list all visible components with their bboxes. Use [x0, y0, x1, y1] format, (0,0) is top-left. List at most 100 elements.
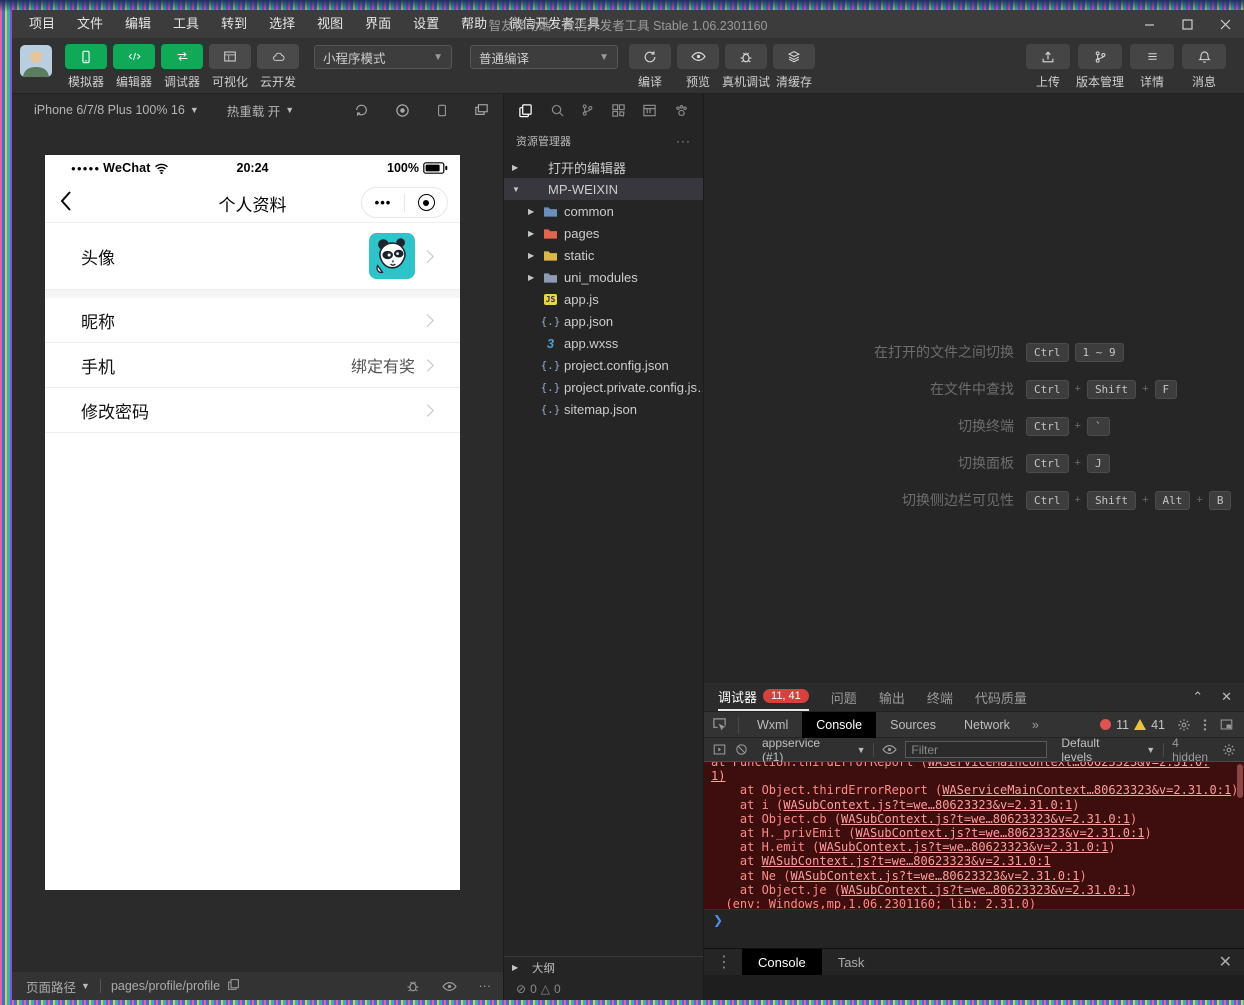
close-panel-icon[interactable]: ✕ [1221, 689, 1232, 705]
minimize-button[interactable] [1130, 10, 1168, 38]
menu-item[interactable]: 项目 [18, 10, 66, 38]
action-button[interactable]: 清缓存 [770, 44, 818, 90]
menu-item[interactable]: 文件 [66, 10, 114, 38]
maximize-button[interactable] [1168, 10, 1206, 38]
mode-button[interactable]: 云开发 [254, 44, 302, 90]
record-icon[interactable] [395, 103, 410, 118]
tab-overflow-icon[interactable]: » [1032, 718, 1039, 732]
devtools-menu-icon[interactable] [1203, 718, 1207, 732]
list-item[interactable]: 修改密码 [45, 388, 460, 433]
activity-icon[interactable] [518, 103, 533, 118]
devtools-tab[interactable]: Network [950, 712, 1024, 738]
scrollbar-thumb[interactable] [1237, 764, 1243, 798]
debugger-tab[interactable]: 调试器 11, 41 [718, 683, 809, 711]
bottom-tab[interactable]: Task [822, 949, 881, 976]
preview-icon[interactable] [442, 981, 457, 992]
tree-item[interactable]: ▶ common [504, 200, 703, 222]
menu-item[interactable]: 转到 [210, 10, 258, 38]
float-window-icon[interactable] [474, 103, 489, 118]
tree-item[interactable]: {.} sitemap.json [504, 398, 703, 420]
devtools-tab[interactable]: Wxml [743, 712, 802, 738]
debug-icon[interactable] [406, 979, 420, 993]
tree-item[interactable]: ▶ uni_modules [504, 266, 703, 288]
collapse-panel-icon[interactable]: ⌃ [1192, 689, 1203, 705]
drag-handle-icon[interactable]: ⋮ [716, 952, 732, 972]
path-mode-select[interactable]: 页面路径▼ [26, 977, 90, 996]
source-link[interactable]: WASubContext.js?t=we…80623323&v=2.31.0:1 [856, 826, 1145, 840]
explorer-more-icon[interactable]: ··· [676, 134, 691, 148]
mode-select[interactable]: 小程序模式▼ [314, 45, 452, 69]
device-frame-icon[interactable] [436, 103, 448, 118]
mode-button[interactable]: 模拟器 [62, 44, 110, 90]
activity-icon[interactable] [642, 103, 657, 118]
menu-item[interactable]: 设置 [402, 10, 450, 38]
source-link[interactable]: WASubContext.js?t=we…80623323&v=2.31.0:1 [819, 840, 1108, 854]
source-link[interactable]: WASubContext.js?t=we…80623323&v=2.31.0:1 [783, 798, 1072, 812]
source-link[interactable]: WASubContext.js?t=we…80623323&v=2.31.0:1 [790, 869, 1079, 883]
filter-input[interactable] [905, 741, 1047, 758]
mode-button[interactable]: 编辑器 [110, 44, 158, 90]
tree-item[interactable]: {.} project.config.json [504, 354, 703, 376]
source-link[interactable]: WAServiceMainContext…80623323&v=2.31.0: [928, 762, 1210, 769]
mode-button[interactable]: 调试器 [158, 44, 206, 90]
debugger-tab[interactable]: 代码质量 [975, 683, 1027, 711]
activity-icon[interactable] [581, 103, 594, 117]
user-avatar[interactable] [20, 45, 52, 77]
list-item[interactable]: 头像 [45, 223, 460, 290]
menu-item[interactable]: 工具 [162, 10, 210, 38]
minimize-capsule-button[interactable] [405, 194, 447, 211]
bottom-tab[interactable]: Console [742, 949, 822, 976]
debugger-tab[interactable]: 终端 [927, 683, 953, 711]
inspect-element-icon[interactable] [704, 717, 734, 732]
outline-section[interactable]: ▶大纲 [504, 956, 703, 978]
source-link[interactable]: WAServiceMainContext…80623323&v=2.31.0:1 [942, 783, 1231, 797]
panel-sidebar-icon[interactable] [712, 743, 727, 756]
eye-icon[interactable] [882, 744, 897, 755]
source-link[interactable]: WASubContext.js?t=we…80623323&v=2.31.0:1 [762, 854, 1051, 868]
log-levels-select[interactable]: Default levels▼ [1061, 736, 1155, 764]
back-button[interactable] [59, 190, 72, 212]
console-prompt[interactable]: ❯ [704, 910, 1244, 930]
tree-item[interactable]: ▼ MP-WEIXIN [504, 178, 703, 200]
tree-item[interactable]: ▶ static [504, 244, 703, 266]
activity-icon[interactable] [674, 103, 689, 117]
close-button[interactable] [1206, 10, 1244, 38]
right-action-button[interactable]: 详情 [1126, 44, 1178, 90]
tree-item[interactable]: {.} app.json [504, 310, 703, 332]
activity-icon[interactable] [550, 103, 565, 118]
right-action-button[interactable]: 消息 [1178, 44, 1230, 90]
mode-button[interactable]: 可视化 [206, 44, 254, 90]
device-selector[interactable]: iPhone 6/7/8 Plus 100% 16▼ [34, 103, 199, 117]
copy-path-icon[interactable] [227, 978, 240, 994]
clear-console-icon[interactable] [735, 743, 748, 756]
context-select[interactable]: appservice (#1)▼ [762, 736, 865, 764]
debugger-tab[interactable]: 问题 [831, 683, 857, 711]
console-settings-icon[interactable] [1222, 743, 1236, 757]
close-bottom-panel-icon[interactable]: ✕ [1219, 952, 1232, 972]
rotate-device-icon[interactable] [354, 103, 369, 118]
menu-item[interactable]: 视图 [306, 10, 354, 38]
action-button[interactable]: 真机调试 [722, 44, 770, 90]
menu-item[interactable]: 选择 [258, 10, 306, 38]
source-link[interactable]: WASubContext.js?t=we…80623323&v=2.31.0:1 [841, 883, 1130, 897]
devtools-tab[interactable]: Sources [876, 712, 950, 738]
action-button[interactable]: 编译 [626, 44, 674, 90]
more-button[interactable]: ••• [362, 195, 404, 210]
hot-reload-toggle[interactable]: 热重载 开▼ [227, 101, 294, 120]
source-link[interactable]: 1) [711, 769, 725, 783]
devtools-tab[interactable]: Console [802, 712, 876, 738]
more-icon[interactable]: ··· [479, 979, 492, 993]
action-button[interactable]: 预览 [674, 44, 722, 90]
tree-item[interactable]: JS app.js [504, 288, 703, 310]
tree-item[interactable]: ▶ 打开的编辑器 [504, 156, 703, 178]
menu-item[interactable]: 编辑 [114, 10, 162, 38]
compile-select[interactable]: 普通编译▼ [470, 45, 618, 69]
list-item[interactable]: 昵称 [45, 298, 460, 343]
tree-item[interactable]: 3 app.wxss [504, 332, 703, 354]
tree-item[interactable]: ▶ pages [504, 222, 703, 244]
tree-item[interactable]: {.} project.private.config.js… [504, 376, 703, 398]
activity-icon[interactable] [611, 103, 626, 118]
dock-icon[interactable] [1219, 718, 1234, 731]
right-action-button[interactable]: 版本管理 [1074, 44, 1126, 90]
source-link[interactable]: WASubContext.js?t=we…80623323&v=2.31.0:1 [841, 812, 1130, 826]
